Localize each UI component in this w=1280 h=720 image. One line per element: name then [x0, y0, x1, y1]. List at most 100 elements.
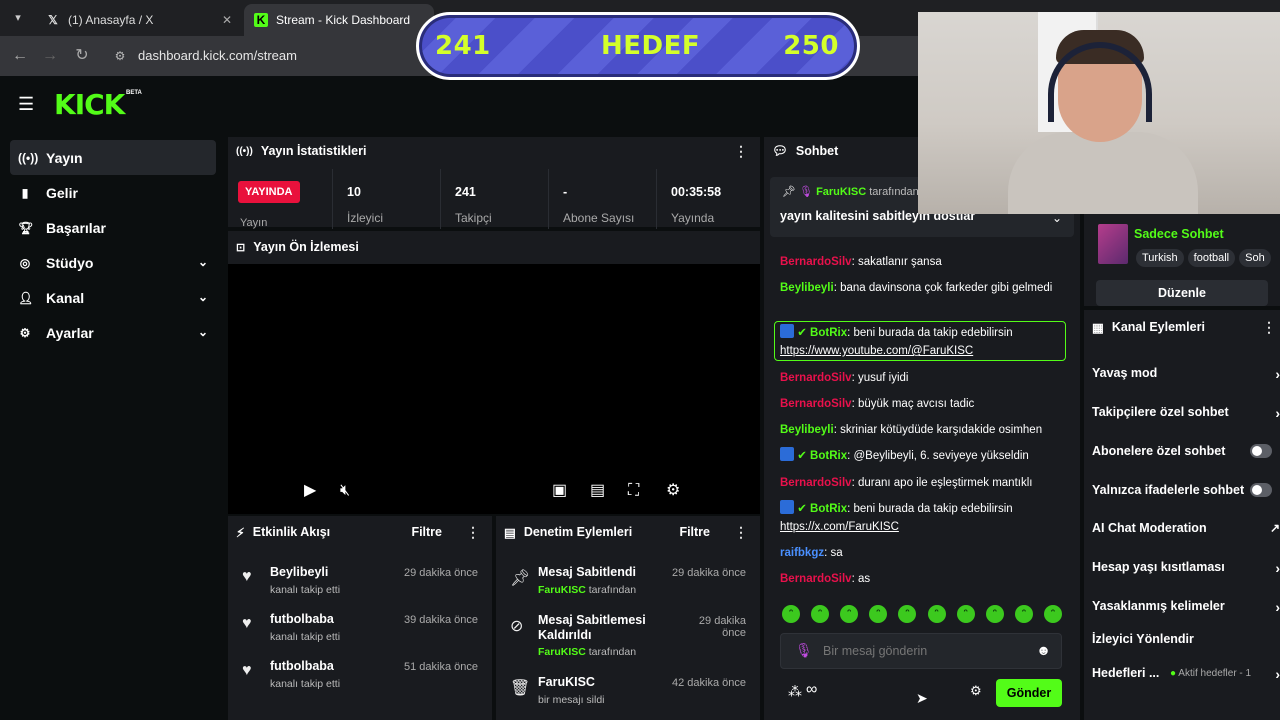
sidebar-item-kanal[interactable]: 👤︎ Kanal ⌄: [10, 280, 216, 315]
stat-label: Takipçi: [455, 211, 492, 225]
pip-icon[interactable]: ▣: [552, 480, 567, 500]
tab-search-chevron-icon[interactable]: ▾: [8, 8, 28, 28]
emote-only-toggle[interactable]: [1250, 483, 1272, 497]
chat-text: : yusuf iyidi: [851, 372, 909, 384]
chat-username[interactable]: Beylibeyli: [780, 282, 834, 294]
filter-button[interactable]: Filtre: [411, 525, 442, 539]
chat-username[interactable]: BotRix: [810, 503, 847, 515]
panel-title: Sohbet: [795, 144, 839, 158]
action-goals[interactable]: Hedefleri ... ● Aktif hedefler - 1 ›: [1092, 666, 1280, 682]
sidebar-item-gelir[interactable]: ▮ Gelir: [10, 175, 216, 210]
site-settings-icon[interactable]: ⚙: [112, 48, 128, 64]
stat-value: 00:35:58: [671, 185, 722, 199]
emote-icon[interactable]: ᵔ: [985, 605, 1004, 623]
send-button[interactable]: Gönder: [996, 679, 1062, 707]
mute-icon[interactable]: 🔇︎: [340, 482, 350, 500]
activity-user[interactable]: futbolbaba: [270, 612, 334, 626]
subscribers-only-toggle[interactable]: [1250, 444, 1272, 458]
emote-icon[interactable]: ᵔ: [898, 605, 917, 623]
settings-gear-icon[interactable]: ⚙: [666, 480, 680, 500]
browser-tab-x[interactable]: 𝕏 (1) Anasayfa / X ✕: [36, 4, 242, 36]
stat-label: Yayında: [671, 211, 715, 225]
chat-link[interactable]: https://x.com/FaruKISC: [780, 521, 899, 533]
pinned-user[interactable]: FaruKISC: [816, 186, 866, 198]
beta-badge: BETA: [126, 90, 142, 96]
points-icon[interactable]: ⁂: [788, 683, 802, 700]
menu-hamburger-icon[interactable]: ☰: [18, 95, 38, 113]
forward-arrow-icon[interactable]: →: [40, 46, 60, 66]
emote-icon[interactable]: ᵔ: [956, 605, 975, 623]
sidebar-item-ayarlar[interactable]: ⚙ Ayarlar ⌄: [10, 315, 216, 350]
action-subscribers-only[interactable]: Abonelere özel sohbet: [1092, 444, 1280, 458]
action-raid[interactable]: İzleyici Yönlendir: [1092, 632, 1280, 646]
lightning-icon: ⚡︎: [236, 525, 245, 540]
screen: ▾ 𝕏 (1) Anasayfa / X ✕ K Stream - Kick D…: [0, 0, 1280, 720]
action-followers-only[interactable]: Takipçilere özel sohbet ›: [1092, 405, 1280, 421]
back-arrow-icon[interactable]: ←: [10, 46, 30, 66]
tag[interactable]: Turkish: [1136, 249, 1184, 267]
play-icon[interactable]: ▶: [304, 480, 316, 500]
activity-user[interactable]: Beylibeyli: [270, 565, 328, 579]
emote-icon[interactable]: ᵔ: [1014, 605, 1033, 623]
more-options-icon[interactable]: ⋮: [734, 524, 748, 541]
moderation-item: 📌︎ Mesaj Sabitlendi FaruKISC tarafından …: [496, 560, 760, 606]
chat-message-bot: ✔ BotRix: beni burada da takip edebilirs…: [780, 324, 1070, 360]
activity-user[interactable]: futbolbaba: [270, 659, 334, 673]
chat-username[interactable]: BernardoSilv: [780, 372, 852, 384]
emote-icon[interactable]: ᵔ: [1043, 605, 1062, 623]
emote-icon[interactable]: ᵔ: [927, 605, 946, 623]
mic-icon[interactable]: 🎙︎: [795, 642, 813, 659]
category-thumbnail[interactable]: [1098, 224, 1128, 264]
action-emote-only[interactable]: Yalnızca ifadelerle sohbet: [1092, 483, 1280, 497]
moderation-actor[interactable]: FaruKISC: [538, 584, 586, 596]
chat-link[interactable]: https://www.youtube.com/@FaruKISC: [780, 345, 973, 357]
chat-settings-gear-icon[interactable]: ⚙: [970, 683, 982, 699]
chat-message-input[interactable]: [823, 640, 1023, 662]
moderation-panel: ▤ Denetim Eylemleri Filtre ⋮ 📌︎ Mesaj Sa…: [496, 516, 760, 720]
sidebar-item-studyo[interactable]: ◎ Stüdyo ⌄: [10, 245, 216, 280]
chat-bubble-icon: 💬︎: [772, 143, 788, 158]
emoji-icon[interactable]: ☻: [1036, 642, 1051, 658]
browser-tab-kick[interactable]: K Stream - Kick Dashboard: [244, 4, 434, 36]
tag[interactable]: Soh: [1239, 249, 1271, 267]
chat-username[interactable]: BotRix: [810, 450, 847, 462]
activity-time: 29 dakika önce: [404, 567, 478, 579]
sidebar-item-yayin[interactable]: ((•)) Yayın: [10, 140, 216, 175]
active-dot-icon: ●: [1170, 668, 1177, 679]
moderation-action[interactable]: FaruKISC: [538, 675, 595, 689]
emote-icon[interactable]: ᵔ: [840, 605, 859, 623]
more-options-icon[interactable]: ⋮: [1262, 319, 1276, 336]
chat-username[interactable]: BernardoSilv: [780, 573, 852, 585]
panel-title: Yayın İstatistikleri: [260, 144, 367, 158]
action-ai-moderation[interactable]: AI Chat Moderation ↗: [1092, 521, 1280, 535]
chat-username[interactable]: Beylibeyli: [780, 424, 834, 436]
edit-button[interactable]: Düzenle: [1096, 280, 1268, 306]
chat-username[interactable]: BernardoSilv: [780, 477, 852, 489]
close-icon[interactable]: ✕: [222, 13, 232, 27]
moderation-desc: tarafından: [588, 584, 637, 596]
sidebar-item-basarilar[interactable]: 🏆︎ Başarılar: [10, 210, 216, 245]
url-text[interactable]: dashboard.kick.com/stream: [138, 48, 297, 64]
emote-icon[interactable]: ᵔ: [782, 605, 800, 623]
category-name[interactable]: Sadece Sohbet: [1134, 227, 1224, 241]
chat-username[interactable]: raifbkgz: [780, 547, 824, 559]
chat-username[interactable]: BotRix: [810, 327, 847, 339]
more-options-icon[interactable]: ⋮: [734, 143, 748, 160]
chat-username[interactable]: BernardoSilv: [780, 398, 852, 410]
action-banned-words[interactable]: Yasaklanmış kelimeler ›: [1092, 599, 1280, 615]
stream-preview-player[interactable]: ▶ 🔇︎ ▣ ▤ ⛶ ⚙: [228, 264, 760, 514]
chat-username[interactable]: BernardoSilv: [780, 256, 852, 268]
infinity-icon: ∞: [806, 681, 818, 698]
reload-icon[interactable]: ↻: [72, 46, 92, 66]
theater-icon[interactable]: ▤: [590, 480, 605, 500]
filter-button[interactable]: Filtre: [679, 525, 710, 539]
emote-icon[interactable]: ᵔ: [869, 605, 888, 623]
fullscreen-icon[interactable]: ⛶: [628, 482, 639, 500]
emote-icon[interactable]: ᵔ: [811, 605, 830, 623]
action-slow-mode[interactable]: Yavaş mod ›: [1092, 366, 1280, 382]
kick-logo[interactable]: KICK: [54, 88, 125, 121]
more-options-icon[interactable]: ⋮: [466, 524, 480, 541]
action-account-age[interactable]: Hesap yaşı kısıtlaması ›: [1092, 560, 1280, 576]
tag[interactable]: football: [1187, 249, 1236, 267]
moderation-actor[interactable]: FaruKISC: [538, 646, 586, 658]
